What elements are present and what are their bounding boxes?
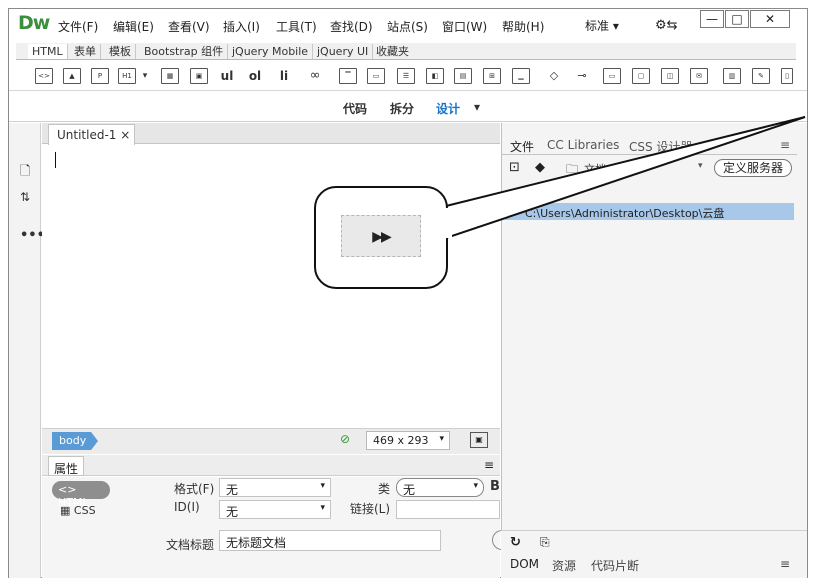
callout-joint-mask	[440, 208, 452, 238]
expand-panels-icon: ▶▶	[341, 215, 421, 257]
callout-pointer	[445, 116, 806, 240]
